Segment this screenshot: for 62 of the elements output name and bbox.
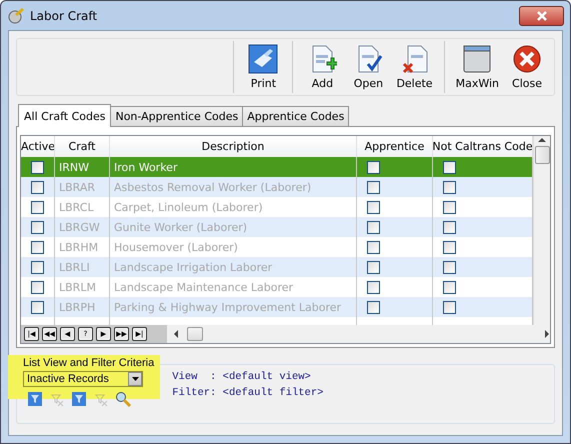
- checkbox[interactable]: [31, 220, 44, 234]
- toolbar-button[interactable]: Delete: [391, 39, 438, 95]
- scroll-up-icon: [537, 136, 547, 144]
- checkbox[interactable]: [31, 280, 44, 294]
- toolbar-button[interactable]: Print: [240, 39, 286, 95]
- checkbox[interactable]: [31, 260, 44, 274]
- checkbox[interactable]: [443, 300, 456, 314]
- scroll-left-icon: [173, 329, 179, 339]
- checkbox[interactable]: [443, 240, 456, 254]
- checkbox[interactable]: [443, 260, 456, 274]
- close-button[interactable]: [519, 6, 564, 26]
- checkbox[interactable]: [443, 220, 456, 234]
- checkbox[interactable]: [31, 160, 44, 174]
- table-cell: Gunite Worker (Laborer): [110, 217, 357, 237]
- checkbox[interactable]: [367, 180, 380, 194]
- filter-text: Filter: <default filter>: [172, 387, 324, 399]
- checkbox[interactable]: [367, 200, 380, 214]
- toolbar-button[interactable]: MaxWin: [450, 39, 504, 95]
- checkbox[interactable]: [367, 160, 380, 174]
- checkbox[interactable]: [31, 240, 44, 254]
- scrollbar-thumb[interactable]: [534, 146, 550, 164]
- table-cell: LBRAR: [55, 177, 110, 197]
- filter-icon[interactable]: [27, 391, 43, 407]
- toolbar-button[interactable]: Add: [299, 39, 346, 95]
- checkbox[interactable]: [31, 180, 44, 194]
- scroll-right-icon: [544, 329, 550, 339]
- checkbox[interactable]: [443, 160, 456, 174]
- window-title: Labor Craft: [30, 8, 98, 22]
- checkbox[interactable]: [367, 220, 380, 234]
- table-cell: LBRLI: [55, 257, 110, 277]
- checkbox[interactable]: [367, 260, 380, 274]
- table-cell: Landscape Irrigation Laborer: [110, 257, 357, 277]
- checkbox[interactable]: [367, 280, 380, 294]
- app-icon: [7, 8, 24, 24]
- filter-icon[interactable]: [71, 391, 87, 407]
- close-icon: [536, 10, 546, 20]
- view-text: View : <default view>: [172, 371, 312, 383]
- table-cell: LBRPH: [55, 297, 110, 317]
- checkbox[interactable]: [31, 300, 44, 314]
- table-cell: Asbestos Removal Worker (Laborer): [110, 177, 357, 197]
- group-legend: List View and Filter Criteria: [23, 357, 154, 369]
- checkbox[interactable]: [367, 300, 380, 314]
- window-icon: [462, 44, 492, 74]
- checkbox[interactable]: [443, 280, 456, 294]
- checkbox[interactable]: [367, 240, 380, 254]
- selected-row[interactable]: IRNW Iron Worker: [21, 157, 533, 177]
- magnifier-icon[interactable]: [115, 391, 131, 407]
- close-icon: [512, 44, 542, 74]
- dropdown-arrow-icon: [132, 377, 138, 381]
- checkbox[interactable]: [443, 200, 456, 214]
- table-cell: LBRGW: [55, 217, 110, 237]
- table-cell: Parking & Highway Improvement Laborer: [110, 297, 357, 317]
- toolbar-button[interactable]: Close: [504, 39, 550, 95]
- checkbox[interactable]: [31, 200, 44, 214]
- filter-dropdown[interactable]: Inactive Records: [23, 371, 143, 387]
- tab[interactable]: Non-Apprentice Codes: [110, 106, 244, 126]
- toolbar-button[interactable]: Open: [345, 39, 392, 95]
- scrollbar-thumb[interactable]: [187, 327, 203, 341]
- checkbox[interactable]: [443, 180, 456, 194]
- tab[interactable]: Apprentice Codes: [242, 106, 350, 126]
- tab[interactable]: All Craft Codes: [18, 104, 112, 127]
- print-icon: [248, 44, 278, 74]
